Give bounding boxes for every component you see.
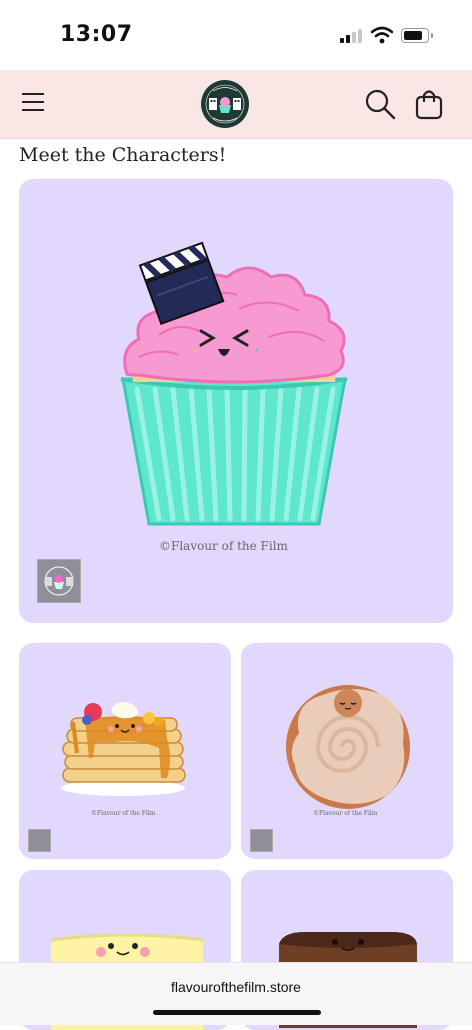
copyright-text: ©Flavour of the Film: [313, 810, 378, 817]
character-card-cupcake[interactable]: ©Flavour of the Film: [19, 179, 453, 623]
url-text[interactable]: flavourofthefilm.store: [0, 979, 472, 995]
watermark-logo-icon: [28, 829, 51, 852]
hamburger-menu-icon[interactable]: [22, 93, 44, 111]
watermark-logo-icon: [37, 559, 81, 603]
browser-address-bar[interactable]: flavourofthefilm.store: [0, 962, 472, 1025]
cinnamon-roll-character-illustration: [286, 685, 410, 809]
cupcake-character-illustration: [120, 241, 348, 526]
character-card-cinnamon-roll[interactable]: ©Flavour of the Film: [241, 643, 453, 859]
logo-emblem-icon: [203, 82, 247, 126]
pancakes-character-illustration: [61, 701, 186, 796]
site-logo[interactable]: [201, 80, 249, 128]
cellular-signal-icon: [340, 27, 366, 43]
status-bar: 13:07: [0, 0, 472, 70]
character-card-pancakes[interactable]: ©Flavour of the Film: [19, 643, 231, 859]
status-time: 13:07: [60, 22, 133, 47]
watermark-logo-icon: [250, 829, 273, 852]
site-header: [0, 70, 472, 139]
copyright-text: ©Flavour of the Film: [91, 810, 156, 817]
battery-icon: [401, 28, 433, 43]
shopping-bag-icon[interactable]: [414, 88, 444, 120]
section-title: Meet the Characters!: [19, 144, 227, 166]
search-icon[interactable]: [364, 88, 396, 120]
home-indicator[interactable]: [153, 1010, 321, 1015]
wifi-icon: [371, 26, 393, 44]
copyright-text: ©Flavour of the Film: [159, 539, 288, 553]
